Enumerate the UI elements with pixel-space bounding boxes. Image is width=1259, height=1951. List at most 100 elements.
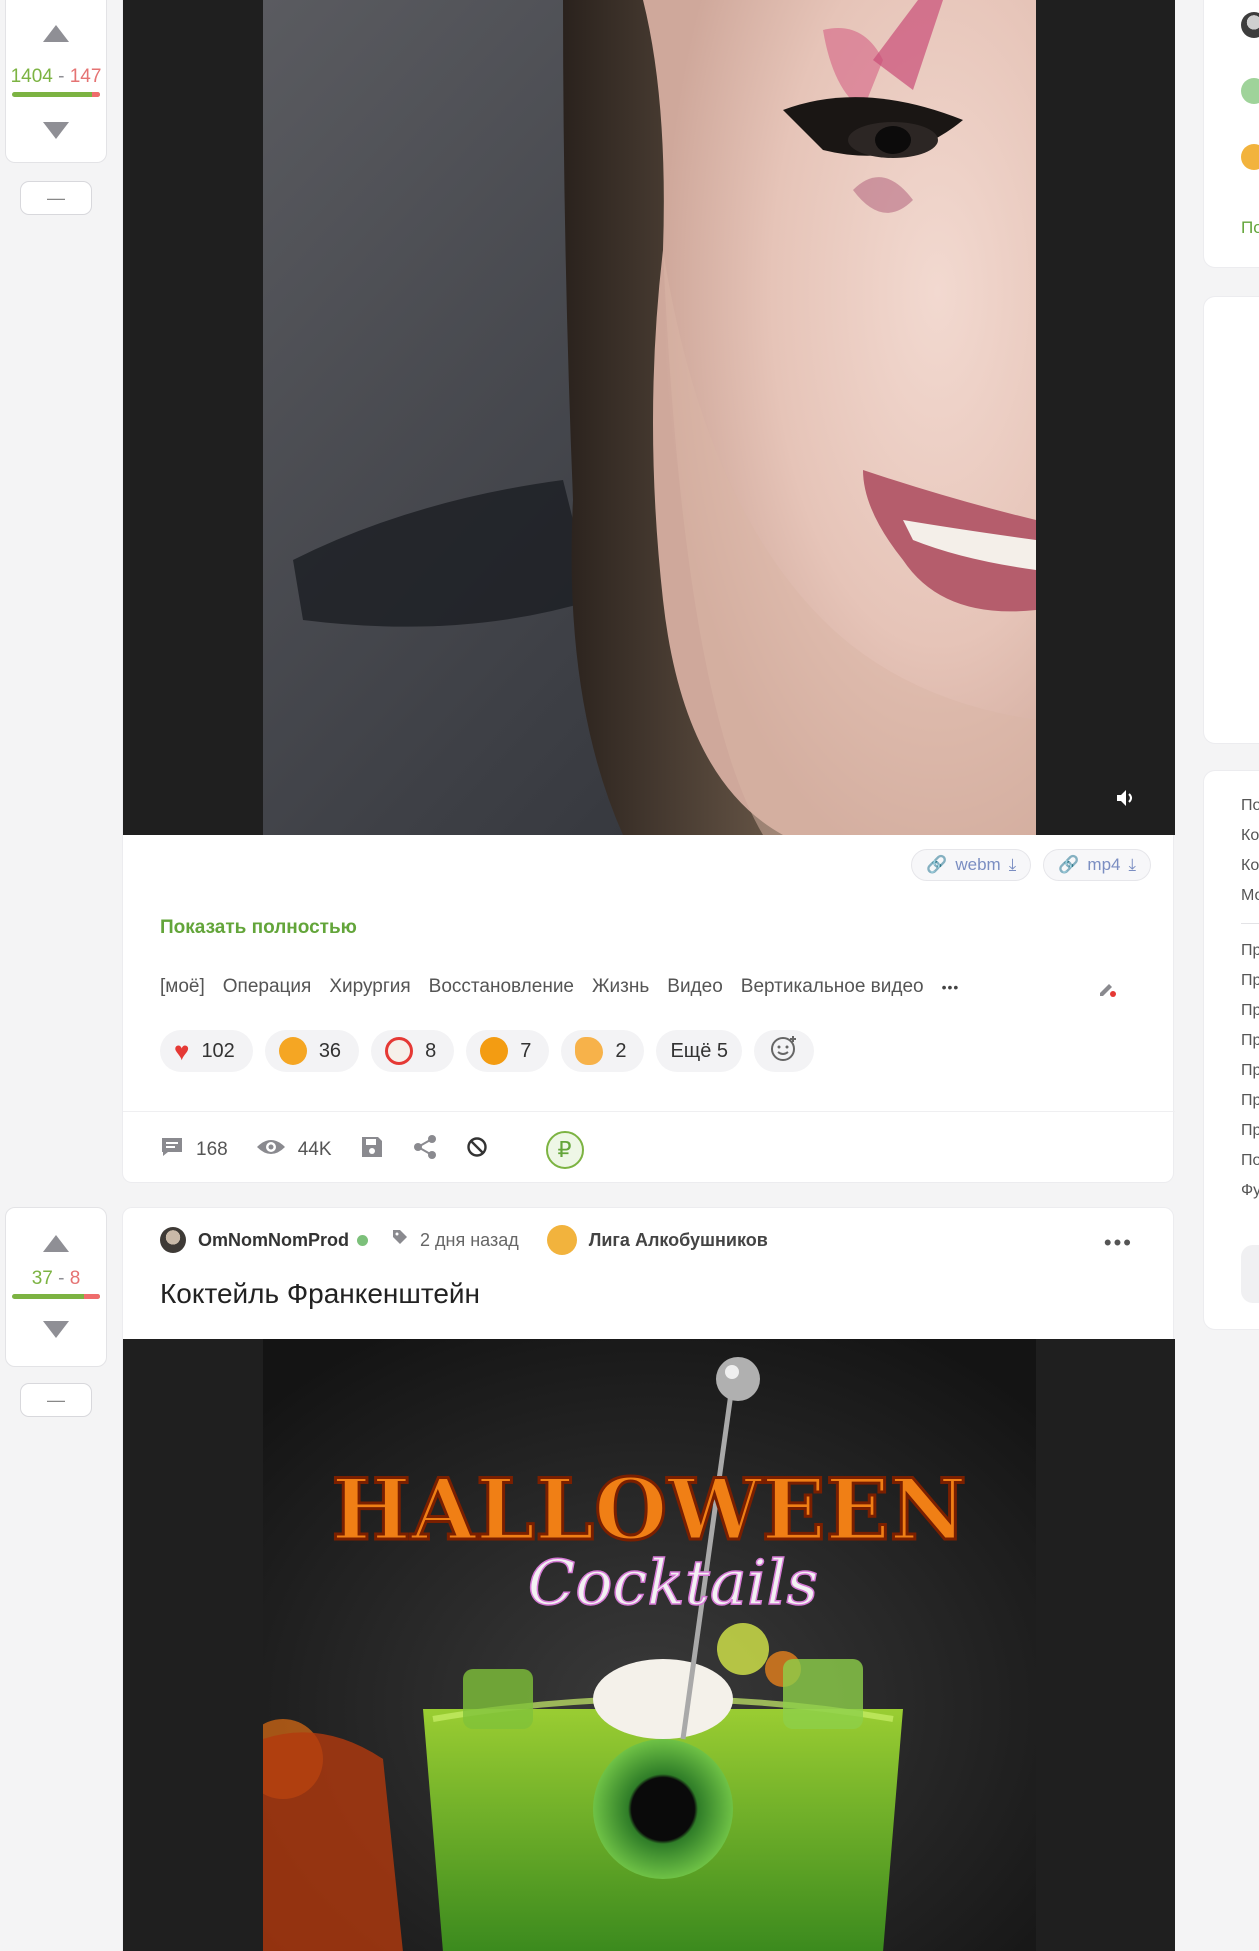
reaction-laughing[interactable]: 36 (264, 1030, 360, 1072)
user-avatar[interactable] (1241, 12, 1259, 38)
reaction-count: 7 (520, 1039, 532, 1062)
webm-label: webm (955, 855, 1001, 874)
minuses-count: 147 (69, 66, 102, 87)
tag[interactable]: [моё] (160, 976, 205, 998)
sidebar-menu-item[interactable]: Пр (1241, 1026, 1259, 1056)
link-icon: 🔗 (1058, 855, 1080, 874)
arrow-up-icon (43, 24, 69, 42)
author-name[interactable]: OmNomNomProd (198, 1230, 349, 1251)
sidebar-menu-item[interactable]: Пр (1241, 1116, 1259, 1146)
sidebar-divider (1241, 923, 1259, 924)
pluses-count: 37 (31, 1268, 53, 1289)
views-stat: 44K (256, 1137, 332, 1163)
community-avatar[interactable] (1241, 144, 1259, 170)
eye-icon (256, 1137, 286, 1163)
reaction-clapping[interactable]: 2 (561, 1030, 645, 1072)
comments-button[interactable]: 168 (160, 1136, 228, 1164)
tag[interactable]: Операция (223, 976, 312, 998)
post-video[interactable]: HALLOWEEN Cocktails (123, 1339, 1175, 1951)
sidebar-menu-item[interactable]: По (1241, 1146, 1259, 1176)
sidebar-menu-item[interactable]: Ко (1241, 821, 1259, 851)
vote-panel: 1404 - 147 (5, 0, 107, 163)
community-avatar[interactable] (1241, 78, 1259, 104)
collapse-post-button[interactable]: — (20, 181, 92, 215)
ruble-icon: ₽ (545, 1131, 584, 1169)
sidebar-menu-item[interactable]: Ко (1241, 851, 1259, 881)
minuses-count: 8 (69, 1268, 81, 1289)
clown-emoji-icon (385, 1037, 414, 1065)
views-count: 44K (297, 1139, 332, 1160)
tag[interactable]: Жизнь (592, 976, 649, 998)
webm-link[interactable]: 🔗 webm ⤓ (911, 849, 1032, 881)
post-header: OmNomNomProd 2 дня назад Лига Алкобушник… (160, 1225, 768, 1255)
share-button[interactable] (412, 1134, 438, 1166)
add-smile-icon (770, 1034, 798, 1068)
save-button[interactable] (360, 1135, 384, 1165)
reaction-clown[interactable]: 8 (371, 1030, 455, 1072)
rating-score: 1404 - 147 (10, 66, 102, 87)
reaction-count: 102 (201, 1039, 235, 1062)
upvote-button[interactable] (6, 1208, 106, 1268)
post-video[interactable] (123, 0, 1175, 835)
sidebar-menu-item[interactable]: По (1241, 791, 1259, 821)
tag[interactable]: Вертикальное видео (741, 976, 924, 998)
downvote-button[interactable] (6, 1299, 106, 1359)
rating-bar-negative (91, 92, 100, 97)
sidebar-button[interactable] (1241, 1245, 1259, 1303)
post-card: OmNomNomProd 2 дня назад Лига Алкобушник… (122, 1207, 1175, 1951)
post-card: 🔗 webm ⤓ 🔗 mp4 ⤓ Показать полностью [моё… (122, 0, 1175, 1183)
downvote-button[interactable] (6, 97, 106, 163)
show-full-link[interactable]: Показать полностью (160, 917, 357, 939)
vote-panel: 37 - 8 (5, 1207, 107, 1367)
tag[interactable]: Хирургия (329, 976, 410, 998)
mp4-link[interactable]: 🔗 mp4 ⤓ (1043, 849, 1151, 881)
add-reaction-button[interactable] (754, 1030, 815, 1072)
tag[interactable]: Видео (667, 976, 723, 998)
online-status-dot (357, 1234, 369, 1246)
donate-button[interactable]: ₽ (545, 1131, 584, 1169)
reaction-count: 8 (425, 1039, 437, 1062)
collapse-post-button[interactable]: — (20, 1383, 92, 1417)
author-avatar[interactable] (160, 1227, 186, 1253)
sidebar-menu-item[interactable]: Пр (1241, 1086, 1259, 1116)
more-reactions-button[interactable]: Ещё 5 (656, 1030, 743, 1072)
comment-icon (160, 1136, 184, 1164)
upvote-button[interactable] (6, 0, 106, 66)
shocked-emoji-icon (480, 1037, 509, 1065)
volume-icon[interactable] (1115, 787, 1137, 809)
sidebar-menu-item[interactable]: Пр (1241, 966, 1259, 996)
hide-button[interactable] (466, 1136, 488, 1164)
tag-list: [моё] Операция Хирургия Восстановление Ж… (160, 976, 959, 998)
comments-count: 168 (196, 1139, 228, 1160)
reaction-heart[interactable]: ♥ 102 (160, 1030, 253, 1072)
sidebar-more-link[interactable]: По (1241, 218, 1259, 238)
video-frame: HALLOWEEN Cocktails (263, 1339, 1036, 1951)
reaction-shocked[interactable]: 7 (466, 1030, 550, 1072)
community-name[interactable]: Лига Алкобушников (589, 1230, 768, 1251)
rating-bar (12, 92, 100, 97)
tag[interactable]: Восстановление (429, 976, 574, 998)
post-menu-button[interactable]: ••• (1104, 1230, 1133, 1256)
link-icon: 🔗 (926, 855, 948, 874)
rating-bar-negative (84, 1294, 100, 1299)
post-title[interactable]: Коктейль Франкенштейн (160, 1278, 480, 1310)
sidebar-widget-top: По (1203, 0, 1259, 268)
sidebar-menu-item[interactable]: Фу (1241, 1176, 1259, 1206)
rating-bar (12, 1294, 100, 1299)
edit-tags-pencil-icon[interactable] (1097, 978, 1117, 998)
more-tags-button[interactable]: ••• (942, 976, 960, 998)
reaction-count: 2 (615, 1039, 627, 1062)
arrow-down-icon (43, 1320, 69, 1338)
more-reactions-label: Ещё 5 (670, 1039, 729, 1062)
reaction-count: 36 (318, 1039, 342, 1062)
community-avatar[interactable] (546, 1225, 577, 1255)
reactions-bar: ♥ 102 36 8 7 2 Ещё 5 (160, 1030, 815, 1072)
sidebar-menu-item[interactable]: Пр (1241, 1056, 1259, 1086)
sidebar-menu-item[interactable]: Мо (1241, 881, 1259, 911)
sidebar-widget-empty (1203, 296, 1259, 744)
sidebar-menu-item[interactable]: Пр (1241, 996, 1259, 1026)
laughing-emoji-icon (278, 1037, 307, 1065)
arrow-down-icon (43, 121, 69, 139)
post-footer: 🔗 webm ⤓ 🔗 mp4 ⤓ Показать полностью [моё… (123, 835, 1175, 1183)
sidebar-menu-item[interactable]: Пр (1241, 936, 1259, 966)
